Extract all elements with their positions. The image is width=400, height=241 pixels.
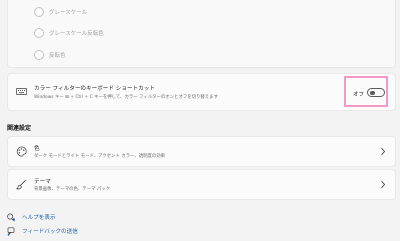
chevron-right-icon [381,180,386,189]
help-icon [7,213,15,222]
send-feedback-link[interactable]: フィードバックの送信 [7,226,78,236]
keyboard-icon [16,88,27,95]
keyboard-shortcut-toggle[interactable] [367,88,385,97]
radio-button[interactable] [34,50,44,60]
chevron-right-icon [381,147,386,156]
keyboard-shortcut-description: Windows キー ⊞ + Ctrl + C キーを押して、カラー フィルター… [34,95,218,100]
related-setting-themes[interactable]: テーマ 背景画像、テーマの色、テーマ パック [7,169,396,200]
filter-option-label: グレースケール [49,10,88,16]
related-setting-description: ダーク モードとライト モード、アクセント カラー、透明度の効果 [34,154,166,159]
filter-option-label: グレースケール反転色 [49,31,104,37]
filter-option-inverted[interactable]: 反転色 [34,49,66,61]
filter-option-grayscale[interactable]: グレースケール [34,6,87,18]
palette-icon [16,146,27,157]
color-filters-settings-page: グレースケール グレースケール反転色 反転色 カラー フィルターのキーボード シ… [0,0,400,241]
filter-option-label: 反転色 [49,53,66,59]
keyboard-shortcut-title: カラー フィルターのキーボード ショートカット [34,86,155,92]
brush-icon [16,179,26,190]
toggle-knob [370,90,375,95]
toggle-state-label: オフ [353,92,365,98]
related-setting-title: テーマ [34,179,51,185]
keyboard-shortcut-card: カラー フィルターのキーボード ショートカット Windows キー ⊞ + C… [7,73,396,111]
related-setting-description: 背景画像、テーマの色、テーマ パック [34,187,111,192]
related-setting-colors[interactable]: 色 ダーク モードとライト モード、アクセント カラー、透明度の効果 [7,136,396,167]
related-setting-title: 色 [34,146,40,152]
related-settings-heading: 関連設定 [7,125,32,132]
radio-button[interactable] [34,28,44,38]
get-help-label[interactable]: ヘルプを表示 [22,213,56,221]
radio-button[interactable] [34,7,44,17]
get-help-link[interactable]: ヘルプを表示 [7,212,56,222]
filter-option-grayscale-inverted[interactable]: グレースケール反転色 [34,27,104,39]
send-feedback-label[interactable]: フィードバックの送信 [22,227,78,235]
feedback-icon [7,226,15,236]
color-filter-options-panel: グレースケール グレースケール反転色 反転色 [7,0,396,68]
